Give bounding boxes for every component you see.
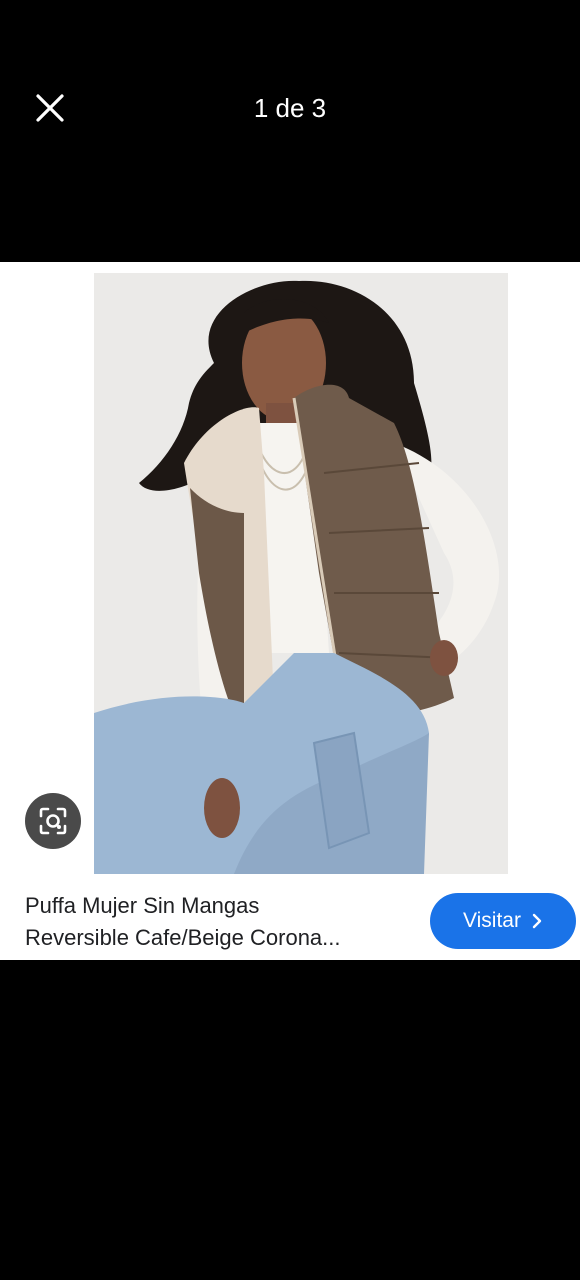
product-title-line-1: Puffa Mujer Sin Mangas xyxy=(25,893,260,918)
result-card: Puffa Mujer Sin Mangas Reversible Cafe/B… xyxy=(0,262,580,960)
chevron-right-icon xyxy=(532,913,542,929)
lens-button[interactable] xyxy=(25,793,81,849)
lens-search-icon xyxy=(39,807,67,835)
viewer-header: 1 de 3 xyxy=(0,0,580,262)
image-counter: 1 de 3 xyxy=(253,93,327,123)
product-image[interactable] xyxy=(94,273,508,874)
product-title-line-2: Reversible Cafe/Beige Corona... xyxy=(25,925,341,950)
product-photo xyxy=(94,273,508,874)
visit-button[interactable]: Visitar xyxy=(430,893,576,949)
viewer-footer xyxy=(0,960,580,1280)
product-title[interactable]: Puffa Mujer Sin Mangas Reversible Cafe/B… xyxy=(25,890,415,954)
visit-button-label: Visitar xyxy=(463,909,521,932)
